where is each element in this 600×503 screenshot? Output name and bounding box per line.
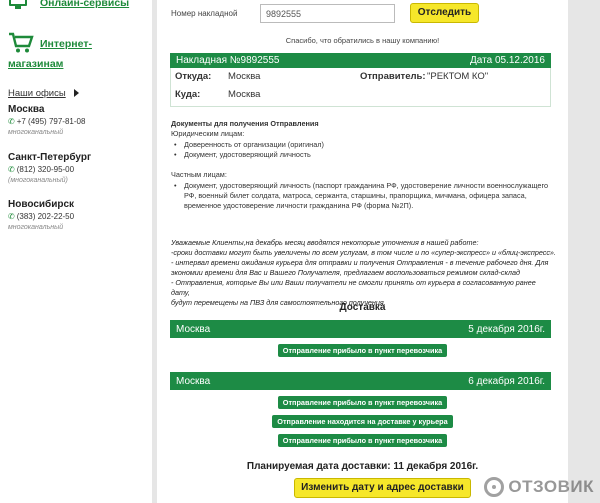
delivery-title: Доставка bbox=[339, 302, 386, 313]
december-notice: Уважаемые Клиенты,на декабрь месяц вводя… bbox=[171, 238, 556, 309]
phone-number: (812) 320-95-00 bbox=[16, 165, 75, 174]
cart-icon bbox=[9, 32, 34, 53]
monitor-icon bbox=[9, 0, 27, 9]
city-phone[interactable]: ✆ +7 (495) 797-81-08 bbox=[8, 117, 85, 126]
phone-number: +7 (495) 797-81-08 bbox=[16, 117, 86, 126]
sender-label: Отправитель: bbox=[360, 71, 426, 82]
phone-note: многоканальный bbox=[8, 224, 64, 231]
list-item: Документ, удостоверяющий личность (паспо… bbox=[171, 181, 548, 211]
notice-line: Уважаемые Клиенты,на декабрь месяц вводя… bbox=[171, 238, 479, 247]
change-delivery-button[interactable]: Изменить дату и адрес доставки bbox=[294, 478, 471, 498]
to-value: Москва bbox=[228, 89, 261, 100]
internet-shops-link-line1[interactable]: Интернет- bbox=[40, 38, 92, 50]
phone-note: многоканальный bbox=[8, 129, 64, 136]
status-text: Отправление прибыло в пункт перевозчика bbox=[277, 344, 448, 357]
offices-dropdown[interactable]: Наши офисы bbox=[8, 88, 79, 99]
delivery-day-header: Москва 6 декабря 2016г. bbox=[170, 372, 551, 390]
sender-value: "РЕКТОМ КО" bbox=[427, 71, 489, 82]
waybill-number-input[interactable] bbox=[260, 4, 395, 23]
city-name: Москва bbox=[8, 104, 45, 115]
track-button[interactable]: Отследить bbox=[410, 3, 479, 23]
offices-label: Наши офисы bbox=[8, 88, 66, 99]
tracking-panel: Номер накладной Отследить Спасибо, что о… bbox=[157, 0, 568, 503]
from-value: Москва bbox=[228, 71, 261, 82]
waybill-title: Накладная №9892555 bbox=[176, 55, 280, 66]
phone-icon: ✆ bbox=[8, 165, 15, 174]
status-badge: Отправление прибыло в пункт перевозчика bbox=[157, 340, 568, 358]
phone-number: (383) 202-22-50 bbox=[16, 212, 75, 221]
city-phone[interactable]: ✆ (812) 320-95-00 bbox=[8, 165, 74, 174]
city-phone[interactable]: ✆ (383) 202-22-50 bbox=[8, 212, 74, 221]
status-text: Отправление прибыло в пункт перевозчика bbox=[277, 396, 448, 409]
internet-shops-link-line2[interactable]: магазинам bbox=[8, 58, 63, 70]
delivery-day-header: Москва 5 декабря 2016г. bbox=[170, 320, 551, 338]
phone-icon: ✆ bbox=[8, 117, 15, 126]
list-item-line: Документ, удостоверяющий личность (паспо… bbox=[184, 181, 549, 191]
delivery-city: Москва bbox=[176, 375, 211, 387]
phone-icon: ✆ bbox=[8, 212, 15, 221]
thanks-message: Спасибо, что обратились в нашу компанию! bbox=[285, 36, 440, 45]
notice-line: - интервал времени ожидания курьера для … bbox=[171, 258, 549, 268]
sidebar: Онлайн-сервисы Интернет- магазинам Наши … bbox=[0, 0, 152, 503]
from-label: Откуда: bbox=[175, 71, 212, 82]
list-item: Доверенность от организации (оригинал) bbox=[171, 140, 324, 150]
city-name: Санкт-Петербург bbox=[8, 152, 92, 163]
status-text: Отправление находится на доставке у курь… bbox=[272, 415, 453, 428]
watermark: ОТЗОВИК bbox=[484, 477, 594, 497]
otzovik-logo-icon bbox=[484, 477, 505, 497]
delivery-date: 5 декабря 2016г. bbox=[468, 323, 545, 335]
triangle-right-icon bbox=[73, 89, 79, 98]
private-persons-label: Частным лицам: bbox=[171, 170, 227, 179]
status-badge: Отправление прибыло в пункт перевозчика bbox=[157, 392, 568, 410]
phone-note: (многоканальный) bbox=[8, 177, 68, 184]
delivery-date: 6 декабря 2016г. bbox=[468, 375, 545, 387]
documents-section: Документы для получения Отправления Юрид… bbox=[171, 119, 324, 160]
status-badge: Отправление прибыло в пункт перевозчика bbox=[157, 430, 568, 448]
online-services-link[interactable]: Онлайн-сервисы bbox=[40, 0, 129, 9]
notice-line: -сроки доставки могут быть увеличены по … bbox=[171, 248, 556, 258]
waybill-number-label: Номер накладной bbox=[171, 9, 238, 18]
waybill-details: Откуда: Москва Отправитель: "РЕКТОМ КО" … bbox=[170, 68, 551, 107]
list-item-line: РФ, военный билет солдата, матроса, серж… bbox=[184, 191, 527, 201]
legal-entities-label: Юридическим лицам: bbox=[171, 129, 245, 139]
list-item: Документ, удостоверяющий личность bbox=[171, 150, 324, 160]
waybill-date: Дата 05.12.2016 bbox=[470, 55, 545, 66]
documents-title: Документы для получения Отправления bbox=[171, 119, 319, 128]
delivery-city: Москва bbox=[176, 323, 211, 335]
list-item-line: временное удостоверение личности граждан… bbox=[184, 201, 414, 211]
waybill-header: Накладная №9892555 Дата 05.12.2016 bbox=[170, 53, 551, 68]
notice-line: экономии времени для Вас и Вашего Получа… bbox=[171, 268, 520, 278]
private-documents-section: Частным лицам: Документ, удостоверяющий … bbox=[171, 170, 548, 211]
city-name: Новосибирск bbox=[8, 199, 75, 210]
status-badge: Отправление находится на доставке у курь… bbox=[157, 411, 568, 429]
notice-line: - Отправления, которые Вы или Ваши получ… bbox=[171, 278, 536, 298]
status-text: Отправление прибыло в пункт перевозчика bbox=[277, 434, 448, 447]
to-label: Куда: bbox=[175, 89, 201, 100]
watermark-text: ОТЗОВИК bbox=[508, 477, 594, 496]
planned-delivery-date: Планируемая дата доставки: 11 декабря 20… bbox=[246, 461, 479, 472]
